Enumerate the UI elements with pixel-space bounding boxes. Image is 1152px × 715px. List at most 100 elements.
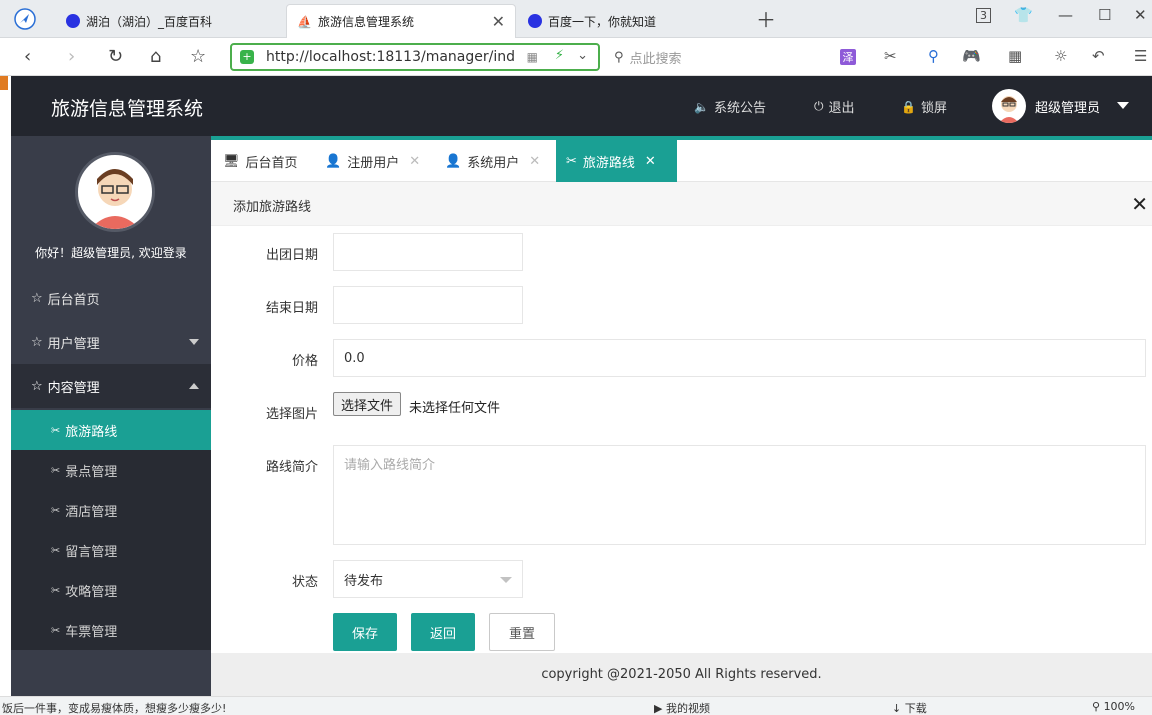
power-icon: ⏻ — [814, 99, 824, 113]
qr-icon[interactable]: ▦ — [527, 50, 538, 64]
new-tab-icon[interactable]: ＋ — [756, 4, 776, 33]
lock-link[interactable]: 🔒 锁屏 — [901, 97, 947, 117]
close-icon[interactable]: ✕ — [1131, 192, 1148, 216]
close-tab-icon[interactable]: ✕ — [492, 12, 505, 31]
sidebar-subitem-label: 景点管理 — [65, 464, 118, 480]
back-icon[interactable]: ‹ — [24, 46, 31, 67]
sidebar-subitem-routes[interactable]: ✂ 旅游路线 — [11, 410, 211, 450]
gamepad-icon[interactable]: 🎮 — [962, 47, 981, 65]
content-tab-bar: 🖥 后台首页 👤 注册用户 ✕ 👤 系统用户 ✕ ✂ 旅游路线 ✕ — [211, 140, 1152, 182]
chevron-down-icon[interactable]: ⌄ — [577, 48, 588, 63]
tab-count-badge[interactable]: 3 — [976, 8, 991, 23]
tab-registered-users[interactable]: 👤 注册用户 ✕ — [315, 140, 430, 182]
close-icon[interactable]: ✕ — [409, 154, 420, 169]
sidebar-item-label: 后台首页 — [47, 292, 100, 308]
tab-routes[interactable]: ✂ 旅游路线 ✕ — [556, 140, 677, 182]
sidebar-subitem-hotel[interactable]: ✂ 酒店管理 — [11, 490, 211, 530]
translate-icon[interactable]: 泽 — [840, 49, 856, 65]
browser-tab-system[interactable]: ⛵ 旅游信息管理系统 ✕ — [286, 4, 516, 38]
intro-label: 路线简介 — [265, 460, 318, 475]
download-link[interactable]: ↓ 下载 — [892, 700, 927, 715]
scissors-icon[interactable]: ✂ — [884, 47, 897, 65]
app-title: 旅游信息管理系统 — [51, 98, 204, 120]
end-date-input[interactable] — [333, 286, 523, 324]
back-button[interactable]: 返回 — [411, 613, 475, 651]
forward-icon[interactable]: › — [68, 46, 75, 67]
tab-label: 后台首页 — [245, 155, 298, 171]
panel-header: 添加旅游路线 ✕ — [211, 182, 1152, 226]
tab-system-users[interactable]: 👤 系统用户 ✕ — [435, 140, 550, 182]
tools-icon: ✂ — [51, 543, 61, 557]
sidebar-subitem-guide[interactable]: ✂ 攻略管理 — [11, 570, 211, 610]
star-outline-icon: ☆ — [31, 290, 43, 306]
panel-title: 添加旅游路线 — [233, 200, 312, 215]
apps-grid-icon[interactable]: ▦ — [1008, 47, 1022, 65]
baidu-paw-icon — [66, 14, 80, 28]
sidebar-subitem-message[interactable]: ✂ 留言管理 — [11, 530, 211, 570]
browser-status-bar: 饭后一件事，变成易瘦体质，想瘦多少瘦多少! ▶ 我的视频 ↓ 下载 ⚲ 100% — [0, 696, 1152, 715]
tools-icon: ✂ — [566, 153, 577, 169]
magnifier-icon[interactable]: ⚲ — [928, 47, 939, 65]
tab-label: 注册用户 — [347, 155, 400, 171]
star-icon[interactable]: ☆ — [190, 46, 206, 67]
status-news-link[interactable]: 饭后一件事，变成易瘦体质，想瘦多少瘦多少! — [2, 700, 226, 715]
price-input[interactable] — [333, 339, 1146, 377]
menu-icon[interactable]: ☰ — [1134, 47, 1147, 65]
browser-tab-baike[interactable]: 湖泊（湖泊）_百度百科 — [56, 4, 284, 38]
zoom-control[interactable]: ⚲ 100% — [1092, 700, 1135, 713]
tab-home[interactable]: 🖥 后台首页 — [213, 140, 308, 182]
sidebar-subitem-scenic[interactable]: ✂ 景点管理 — [11, 450, 211, 490]
shirt-icon[interactable]: 👕 — [1014, 6, 1033, 24]
header-avatar[interactable] — [992, 89, 1026, 123]
price-label: 价格 — [291, 354, 318, 369]
logout-link[interactable]: ⏻ 退出 — [814, 97, 855, 116]
close-icon[interactable]: ✕ — [645, 154, 656, 169]
url-field[interactable]: + http://localhost:18113/manager/ind ▦ ⚡… — [230, 43, 600, 71]
ship-favicon-icon: ⛵ — [297, 14, 312, 29]
sidebar-subitem-label: 酒店管理 — [65, 504, 118, 520]
status-select[interactable]: 待发布 — [333, 560, 523, 598]
reload-icon[interactable]: ↻ — [108, 46, 123, 67]
intro-textarea[interactable] — [333, 445, 1146, 545]
play-icon: ▶ — [654, 702, 663, 715]
search-placeholder: 点此搜索 — [629, 51, 682, 67]
sidebar-subitem-label: 留言管理 — [65, 544, 118, 560]
sidebar-item-home[interactable]: ☆ 后台首页 — [11, 276, 211, 320]
sidebar-subitem-label: 车票管理 — [65, 624, 118, 640]
sidebar-subitem-ticket[interactable]: ✂ 车票管理 — [11, 610, 211, 650]
user-icon: 👤 — [445, 153, 462, 169]
start-date-label: 出团日期 — [265, 248, 318, 263]
sidebar-item-content[interactable]: ☆ 内容管理 — [11, 364, 211, 408]
video-link[interactable]: ▶ 我的视频 — [654, 700, 710, 715]
tools-icon: ✂ — [51, 583, 61, 597]
home-icon[interactable]: ⌂ — [150, 46, 161, 67]
reset-button[interactable]: 重置 — [489, 613, 555, 651]
chevron-down-icon — [500, 577, 512, 583]
undo-icon[interactable]: ↶ — [1092, 47, 1105, 65]
close-icon[interactable]: ✕ — [529, 154, 540, 169]
brightness-icon[interactable]: ☼ — [1054, 47, 1067, 65]
browser-tab-baidu[interactable]: 百度一下，你就知道 — [518, 4, 746, 38]
lock-icon: 🔒 — [901, 99, 916, 114]
close-window-icon[interactable]: ✕ — [1134, 6, 1147, 24]
maximize-icon[interactable]: ☐ — [1098, 6, 1111, 24]
browser-tab-label: 旅游信息管理系统 — [317, 15, 414, 29]
app-header: 旅游信息管理系统 🔈 系统公告 ⏻ 退出 🔒 锁屏 超级管理员 — [11, 76, 1152, 136]
caret-up-icon — [189, 383, 199, 389]
header-user-name[interactable]: 超级管理员 — [1035, 97, 1100, 116]
minimize-icon[interactable]: — — [1058, 6, 1073, 24]
sidebar-item-label: 内容管理 — [47, 380, 100, 396]
sidebar-item-users[interactable]: ☆ 用户管理 — [11, 320, 211, 364]
download-label: 下载 — [904, 702, 927, 715]
start-date-input[interactable] — [333, 233, 523, 271]
choose-file-button[interactable]: 选择文件 — [333, 392, 402, 416]
notice-link[interactable]: 🔈 系统公告 — [694, 97, 766, 117]
user-caret-down-icon[interactable] — [1117, 102, 1129, 109]
star-outline-icon: ☆ — [31, 378, 43, 394]
tools-icon: ✂ — [51, 623, 61, 637]
save-button[interactable]: 保存 — [333, 613, 397, 651]
browser-logo-icon — [14, 8, 36, 34]
bolt-icon[interactable]: ⚡ — [555, 48, 564, 63]
search-input[interactable]: ⚲ 点此搜索 — [614, 45, 822, 69]
tools-icon: ✂ — [51, 423, 61, 437]
